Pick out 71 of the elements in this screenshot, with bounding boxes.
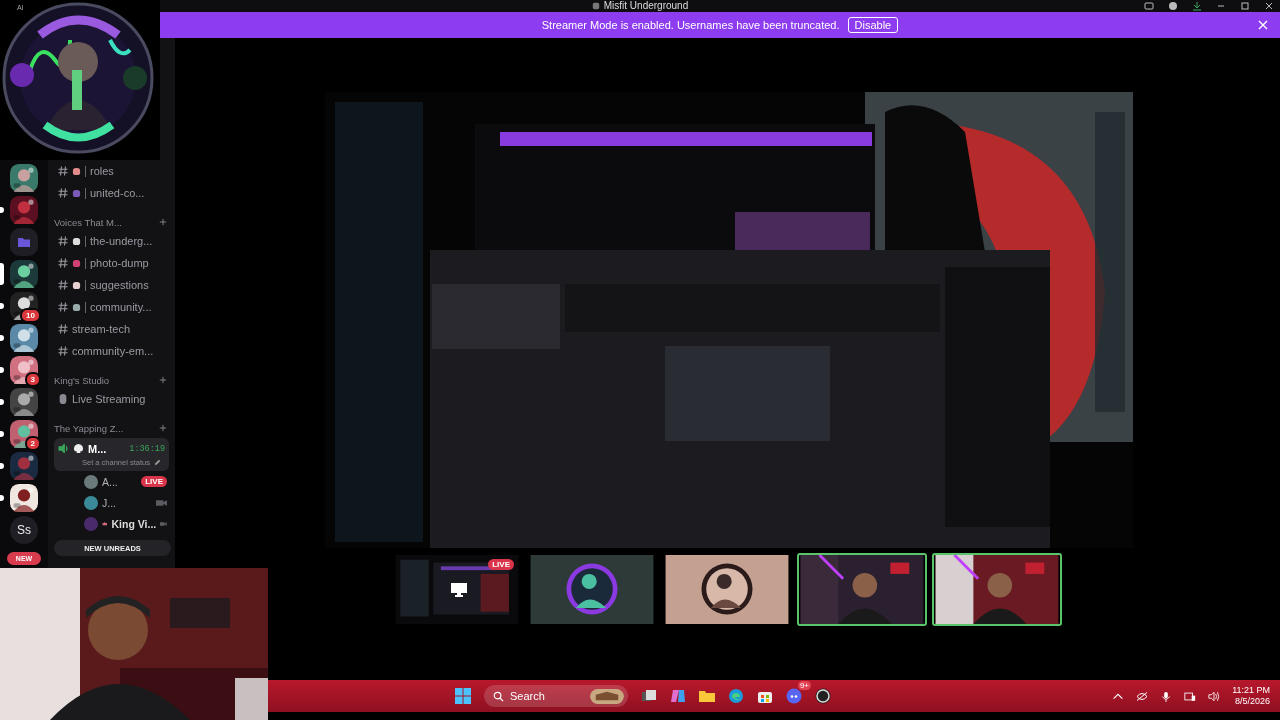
edge-browser-icon[interactable] [728, 688, 744, 704]
plus-icon [159, 424, 167, 432]
category-header[interactable]: The Yapping Z... [54, 420, 169, 436]
channel-name: M... [88, 442, 107, 455]
channel-item[interactable]: community-em... [54, 340, 169, 362]
windows-start-icon[interactable] [455, 688, 471, 704]
close-icon[interactable] [1264, 1, 1274, 11]
hash-icon [58, 258, 68, 268]
notification-badge: 9+ [797, 681, 811, 690]
channel-item[interactable]: community... [54, 296, 169, 318]
hash-icon [58, 188, 68, 198]
copilot-icon[interactable] [670, 688, 686, 704]
search-icon [493, 690, 504, 702]
server-icon[interactable]: Ss [10, 516, 38, 544]
help-icon[interactable] [1168, 1, 1178, 11]
eye-off-icon[interactable] [1136, 690, 1149, 702]
channel-item[interactable]: the-underg... [54, 230, 169, 252]
task-view-icon[interactable] [641, 688, 657, 704]
plus-icon [159, 218, 167, 226]
pencil-icon [153, 458, 161, 466]
camera-icon [156, 498, 167, 507]
avatar [84, 495, 98, 510]
live-badge: LIVE [141, 476, 167, 487]
hash-icon [58, 236, 68, 246]
folder-icon [18, 237, 30, 247]
avatar [84, 474, 98, 489]
channel-item[interactable]: photo-dump [54, 252, 169, 274]
obs-icon[interactable] [815, 688, 831, 704]
channel-item[interactable]: united-co... [54, 182, 169, 204]
live-badge: LIVE [488, 559, 514, 570]
stage-icon [58, 394, 68, 404]
monitor-icon [451, 583, 467, 597]
download-icon[interactable] [1192, 1, 1202, 11]
call-timer: 1:36:19 [129, 443, 165, 454]
speaker-icon [58, 443, 69, 454]
inbox-icon[interactable] [1144, 1, 1154, 11]
plus-icon [159, 376, 167, 384]
volume-icon[interactable] [1208, 690, 1221, 702]
discord-icon[interactable] [786, 688, 802, 704]
voice-member[interactable]: King Vi... [54, 513, 169, 534]
microphone-icon[interactable] [1160, 690, 1173, 702]
channel-item[interactable]: stream-tech [54, 318, 169, 340]
channel-item[interactable]: suggestions [54, 274, 169, 296]
channel-item[interactable]: Live Streaming [54, 388, 169, 410]
date-text: 8/5/2026 [1234, 696, 1270, 707]
voice-member[interactable]: J... [54, 492, 169, 513]
category-header[interactable]: Voices That M... [54, 214, 169, 230]
clock[interactable]: 11:21 PM 8/5/2026 [1232, 685, 1270, 707]
network-icon[interactable] [1184, 690, 1197, 702]
video-tile[interactable]: LIVE [392, 553, 522, 626]
hash-icon [58, 346, 68, 356]
channel-item[interactable]: roles [54, 160, 169, 182]
mention-badge: 10 [20, 308, 41, 323]
voice-member[interactable]: A... LIVE [54, 471, 169, 492]
window-title: Misfit Underground [603, 0, 689, 12]
building-icon [590, 688, 624, 704]
folder-icon[interactable] [699, 688, 715, 704]
hash-icon [58, 166, 68, 176]
server-folder[interactable] [10, 228, 38, 256]
time-text: 11:21 PM [1232, 685, 1270, 696]
hash-icon [58, 302, 68, 312]
server-icon [591, 2, 600, 10]
avatar [84, 516, 98, 531]
category-header[interactable]: King's Studio [54, 372, 169, 388]
camera-icon [160, 519, 167, 528]
hash-icon [58, 280, 68, 290]
maximize-icon[interactable] [1240, 1, 1250, 11]
banner-text: Streamer Mode is enabled. Usernames have been truncated. [541, 19, 840, 31]
disable-button[interactable]: Disable [847, 17, 899, 33]
hash-icon [58, 324, 68, 334]
search-field[interactable]: Search [484, 685, 628, 707]
